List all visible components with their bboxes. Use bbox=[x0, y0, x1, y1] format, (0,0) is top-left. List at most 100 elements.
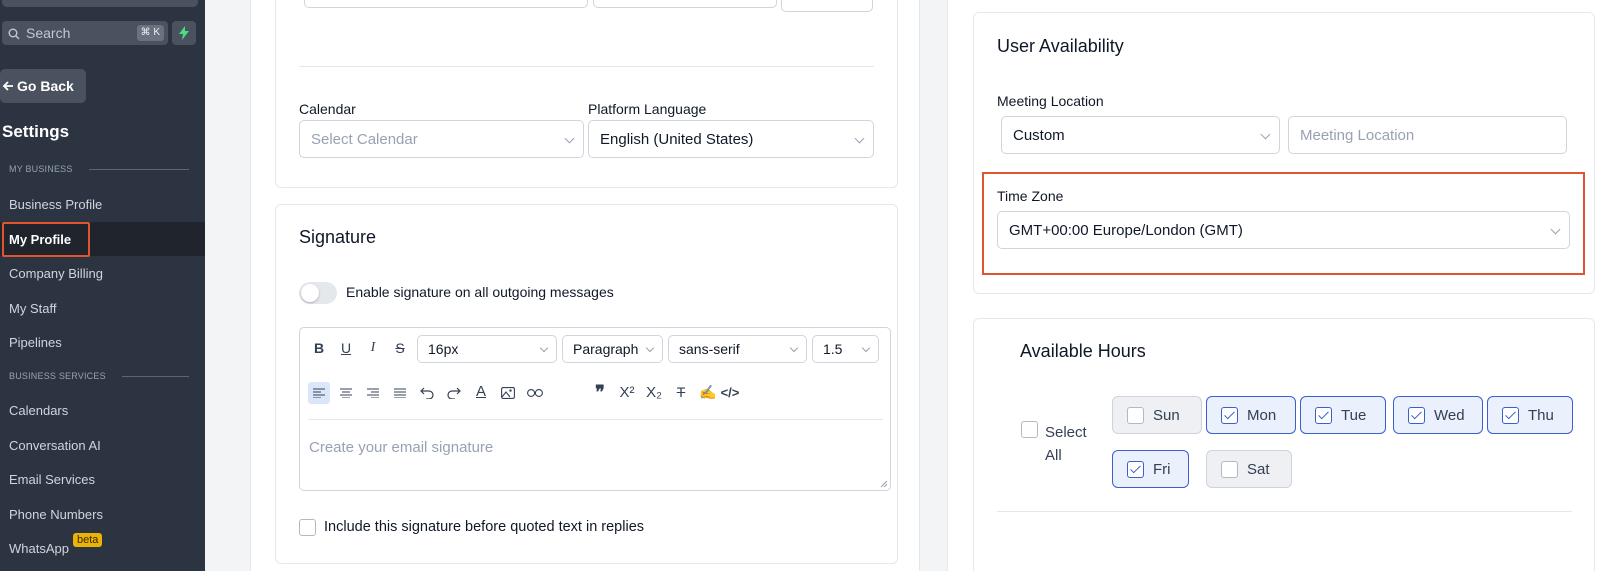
divider bbox=[121, 375, 189, 377]
hours-title: Available Hours bbox=[1020, 341, 1146, 361]
font-family-value: sans-serif bbox=[679, 341, 740, 357]
day-thu[interactable]: Thu bbox=[1487, 396, 1573, 434]
toggle-knob bbox=[301, 284, 319, 302]
sidebar-item-label: Calendars bbox=[9, 402, 69, 418]
go-back-label: Go Back bbox=[17, 78, 74, 94]
day-mon[interactable]: Mon bbox=[1206, 396, 1296, 434]
day-tue[interactable]: Tue bbox=[1300, 396, 1386, 434]
subscript-icon[interactable]: X₂ bbox=[643, 381, 665, 403]
align-center-icon[interactable] bbox=[335, 382, 357, 404]
day-sun[interactable]: Sun bbox=[1112, 396, 1202, 434]
top-field-2[interactable] bbox=[593, 0, 777, 8]
day-checkbox[interactable] bbox=[1408, 407, 1425, 424]
sidebar-item-conversation-ai[interactable]: Conversation AI bbox=[0, 428, 205, 462]
quote-icon[interactable]: ❞ bbox=[589, 381, 611, 403]
day-checkbox[interactable] bbox=[1502, 407, 1519, 424]
code-icon[interactable]: </> bbox=[719, 381, 741, 403]
sidebar-top-edge bbox=[2, 0, 198, 7]
quick-action-button[interactable] bbox=[172, 21, 196, 45]
day-sat[interactable]: Sat bbox=[1206, 450, 1292, 488]
redo-icon[interactable] bbox=[443, 382, 465, 404]
sidebar-item-label: Email Services bbox=[9, 471, 95, 487]
chevron-down-icon bbox=[861, 343, 871, 353]
align-right-icon[interactable] bbox=[362, 382, 384, 404]
bold-icon[interactable]: B bbox=[308, 337, 330, 359]
chevron-down-icon bbox=[564, 133, 575, 144]
go-back-button[interactable]: Go Back bbox=[0, 69, 86, 103]
font-size-select[interactable]: 16px bbox=[417, 335, 557, 363]
block-type-value: Paragraph bbox=[573, 341, 639, 357]
sidebar-item-my-staff[interactable]: My Staff bbox=[0, 291, 205, 325]
language-select[interactable]: English (United States) bbox=[588, 120, 874, 158]
sidebar-item-phone-numbers[interactable]: Phone Numbers bbox=[0, 497, 205, 531]
include-signature-checkbox[interactable] bbox=[299, 519, 316, 536]
sidebar-item-pipelines[interactable]: Pipelines bbox=[0, 325, 205, 359]
calendar-select[interactable]: Select Calendar bbox=[299, 120, 584, 158]
day-checkbox[interactable] bbox=[1221, 407, 1238, 424]
profile-card bbox=[275, 0, 898, 188]
align-justify-icon[interactable] bbox=[389, 382, 411, 404]
sidebar-item-calendars[interactable]: Calendars bbox=[0, 393, 205, 427]
signature-pen-icon[interactable]: ✍ bbox=[697, 381, 719, 403]
meeting-location-input[interactable]: Meeting Location bbox=[1288, 116, 1567, 154]
signature-toggle[interactable] bbox=[299, 282, 337, 304]
select-all-label: Select All bbox=[1045, 421, 1087, 467]
divider bbox=[88, 168, 189, 170]
meeting-location-label: Meeting Location bbox=[997, 93, 1104, 109]
underline-icon[interactable]: U bbox=[335, 337, 357, 359]
day-checkbox[interactable] bbox=[1315, 407, 1332, 424]
highlight-box-timezone bbox=[982, 172, 1585, 275]
block-type-select[interactable]: Paragraph bbox=[562, 335, 663, 363]
day-checkbox[interactable] bbox=[1127, 407, 1144, 424]
clear-format-icon[interactable]: T bbox=[670, 381, 692, 403]
day-fri[interactable]: Fri bbox=[1112, 450, 1189, 488]
select-all-line-1: Select bbox=[1045, 424, 1087, 441]
resize-handle-icon[interactable] bbox=[880, 480, 888, 488]
sidebar: Search ⌘ K Go Back Settings MY BUSINESS … bbox=[0, 0, 205, 571]
sidebar-item-label: Phone Numbers bbox=[9, 506, 103, 522]
italic-icon[interactable]: I bbox=[362, 337, 384, 359]
top-field-3[interactable] bbox=[781, 0, 873, 12]
divider bbox=[308, 419, 883, 420]
sidebar-item-label: My Staff bbox=[9, 300, 57, 316]
language-value: English (United States) bbox=[600, 130, 754, 148]
sidebar-item-business-profile[interactable]: Business Profile bbox=[0, 187, 205, 221]
day-wed[interactable]: Wed bbox=[1393, 396, 1483, 434]
sidebar-item-email-services[interactable]: Email Services bbox=[0, 462, 205, 496]
day-label: Mon bbox=[1247, 406, 1277, 424]
enable-signature-label: Enable signature on all outgoing message… bbox=[346, 284, 614, 300]
search-shortcut: ⌘ K bbox=[136, 25, 164, 41]
font-size-value: 16px bbox=[428, 341, 459, 357]
day-checkbox[interactable] bbox=[1127, 461, 1144, 478]
undo-icon[interactable] bbox=[416, 382, 438, 404]
day-label: Sat bbox=[1247, 460, 1270, 478]
align-left-icon[interactable] bbox=[308, 382, 330, 404]
search-placeholder: Search bbox=[26, 25, 71, 41]
search-input[interactable]: Search ⌘ K bbox=[2, 21, 168, 45]
image-icon[interactable] bbox=[497, 382, 519, 404]
include-signature-label: Include this signature before quoted tex… bbox=[324, 519, 645, 535]
signature-title: Signature bbox=[299, 227, 377, 247]
strikethrough-icon[interactable]: S bbox=[389, 337, 411, 359]
select-all-checkbox[interactable] bbox=[1021, 421, 1038, 438]
select-all-line-2: All bbox=[1045, 447, 1062, 464]
day-label: Thu bbox=[1528, 406, 1554, 424]
day-label: Sun bbox=[1153, 406, 1180, 424]
beta-badge: beta bbox=[72, 533, 103, 547]
arrow-left-icon bbox=[2, 81, 13, 91]
search-icon bbox=[8, 27, 20, 40]
divider bbox=[997, 511, 1572, 512]
sidebar-item-company-billing[interactable]: Company Billing bbox=[0, 256, 205, 290]
meeting-type-select[interactable]: Custom bbox=[1001, 116, 1280, 154]
day-checkbox[interactable] bbox=[1221, 461, 1238, 478]
text-color-icon[interactable]: A bbox=[470, 380, 492, 402]
font-family-select[interactable]: sans-serif bbox=[668, 335, 807, 363]
section-label: MY BUSINESS bbox=[9, 164, 73, 174]
superscript-icon[interactable]: X² bbox=[616, 381, 638, 403]
editor-placeholder[interactable]: Create your email signature bbox=[309, 439, 493, 456]
link-icon[interactable] bbox=[524, 382, 546, 404]
line-height-select[interactable]: 1.5 bbox=[812, 335, 879, 363]
top-field-1[interactable] bbox=[304, 0, 588, 8]
sidebar-item-whatsapp[interactable]: WhatsApp beta bbox=[0, 531, 205, 565]
meeting-type-value: Custom bbox=[1013, 126, 1065, 144]
